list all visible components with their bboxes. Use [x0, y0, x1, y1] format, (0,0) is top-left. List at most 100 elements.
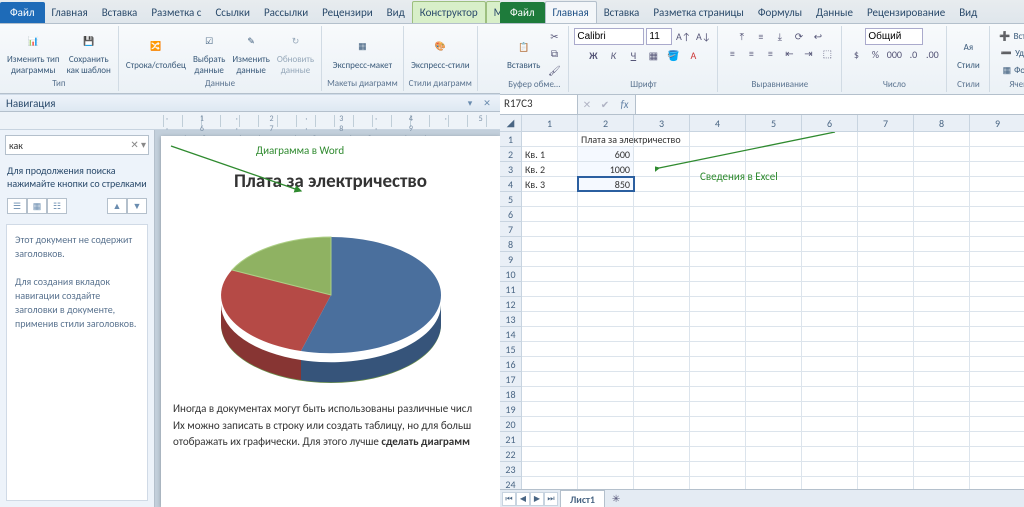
excel-tab-home[interactable]: Главная [545, 1, 597, 23]
row-header[interactable]: 12 [500, 297, 521, 312]
cell[interactable] [858, 132, 914, 146]
row-header[interactable]: 13 [500, 312, 521, 327]
swap-rowcol-button[interactable]: 🔀Строка/столбец [124, 34, 188, 72]
cell[interactable] [690, 282, 746, 296]
fill-color-icon[interactable]: 🪣 [664, 47, 682, 63]
cell[interactable] [802, 177, 858, 191]
cell[interactable] [634, 177, 690, 191]
cell[interactable] [634, 477, 690, 489]
cell[interactable] [970, 192, 1024, 206]
chevron-down-icon[interactable]: ▾ [463, 96, 477, 110]
cell[interactable] [578, 462, 634, 476]
table-row[interactable] [522, 402, 1024, 417]
cell[interactable] [746, 282, 802, 296]
font-color-icon[interactable]: A [684, 47, 702, 63]
row-header[interactable]: 14 [500, 327, 521, 342]
cell[interactable] [690, 297, 746, 311]
font-size-select[interactable] [646, 28, 672, 45]
new-sheet-icon[interactable]: ✳ [607, 491, 625, 507]
cell[interactable]: Кв. 1 [522, 147, 578, 161]
font-name-select[interactable] [574, 28, 644, 45]
cell[interactable] [970, 432, 1024, 446]
cell[interactable] [578, 387, 634, 401]
cell[interactable] [970, 387, 1024, 401]
cell[interactable] [970, 297, 1024, 311]
format-cells-button[interactable]: ▦ Формат [999, 62, 1024, 78]
cell[interactable] [522, 282, 578, 296]
cell[interactable] [914, 387, 970, 401]
cell[interactable] [914, 282, 970, 296]
cell[interactable] [970, 477, 1024, 489]
table-row[interactable] [522, 477, 1024, 489]
currency-icon[interactable]: $ [847, 46, 865, 62]
cell[interactable]: 1000 [578, 162, 634, 176]
cell[interactable] [914, 252, 970, 266]
excel-tab-pagelayout[interactable]: Разметка страницы [646, 2, 751, 23]
accept-input-icon[interactable]: ✔ [596, 97, 614, 113]
search-input[interactable]: как✕ ▾ [5, 135, 149, 155]
cell[interactable] [858, 372, 914, 386]
align-middle-icon[interactable]: ≡ [752, 28, 770, 44]
cell[interactable] [634, 387, 690, 401]
cell[interactable] [858, 267, 914, 281]
merge-icon[interactable]: ⬚ [818, 45, 836, 61]
wrap-icon[interactable]: ↩ [809, 28, 827, 44]
cell[interactable] [970, 237, 1024, 251]
cell[interactable] [858, 297, 914, 311]
cell[interactable] [858, 147, 914, 161]
cell[interactable] [970, 147, 1024, 161]
cell[interactable] [746, 477, 802, 489]
cell[interactable] [914, 372, 970, 386]
cell[interactable] [578, 252, 634, 266]
cell[interactable] [914, 327, 970, 341]
cell[interactable] [858, 162, 914, 176]
cell[interactable] [522, 222, 578, 236]
cell[interactable] [634, 237, 690, 251]
view-results[interactable]: ☷ [47, 198, 67, 214]
cell[interactable] [690, 417, 746, 431]
cell[interactable]: Кв. 2 [522, 162, 578, 176]
cell[interactable] [802, 327, 858, 341]
cell[interactable] [578, 237, 634, 251]
cell[interactable] [746, 462, 802, 476]
cell[interactable] [634, 207, 690, 221]
cell[interactable] [858, 477, 914, 489]
cancel-input-icon[interactable]: ✕ [578, 97, 596, 113]
table-row[interactable] [522, 207, 1024, 222]
table-row[interactable] [522, 417, 1024, 432]
tab-insert[interactable]: Вставка [95, 2, 145, 23]
align-center-icon[interactable]: ≡ [742, 45, 760, 61]
cell[interactable] [858, 252, 914, 266]
excel-tab-insert[interactable]: Вставка [597, 2, 647, 23]
cell[interactable] [634, 447, 690, 461]
cell[interactable] [914, 132, 970, 146]
cell[interactable] [690, 192, 746, 206]
row-header[interactable]: 8 [500, 237, 521, 252]
edit-data-button[interactable]: ✎Изменить данные [230, 28, 272, 77]
cell-area[interactable]: Плата за электричествоКв. 1600Кв. 21000К… [522, 132, 1024, 489]
cell[interactable] [970, 222, 1024, 236]
cell[interactable] [522, 252, 578, 266]
cell[interactable] [522, 237, 578, 251]
cell[interactable] [746, 402, 802, 416]
excel-tab-data[interactable]: Данные [809, 2, 860, 23]
fx-icon[interactable]: fx [614, 95, 636, 114]
cell[interactable] [634, 417, 690, 431]
cell[interactable] [746, 387, 802, 401]
row-header[interactable]: 3 [500, 162, 521, 177]
cell[interactable] [970, 162, 1024, 176]
close-icon[interactable]: ✕ [480, 96, 494, 110]
cell[interactable] [914, 462, 970, 476]
cell[interactable] [802, 447, 858, 461]
cell[interactable] [578, 357, 634, 371]
next-sheet-icon[interactable]: ▶ [530, 492, 544, 506]
cell[interactable] [914, 192, 970, 206]
cell[interactable] [802, 342, 858, 356]
row-header[interactable]: 18 [500, 387, 521, 402]
column-headers[interactable]: 123456789 [522, 115, 1024, 132]
file-tab[interactable]: Файл [0, 2, 45, 23]
cell[interactable] [578, 267, 634, 281]
cell[interactable] [578, 417, 634, 431]
cell[interactable] [578, 432, 634, 446]
cell[interactable] [802, 207, 858, 221]
